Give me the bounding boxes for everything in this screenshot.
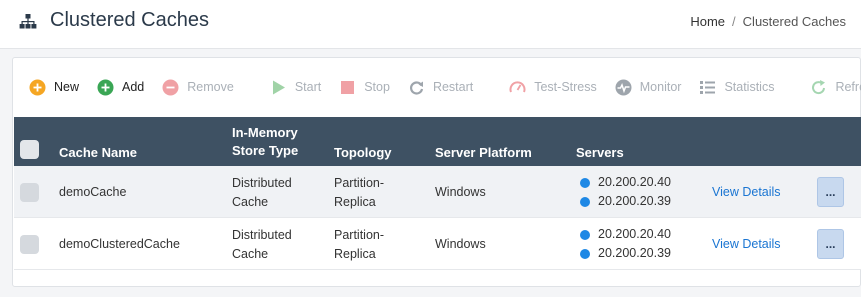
cache-name-cell: demoCache	[59, 185, 127, 199]
restart-button-label: Restart	[432, 80, 474, 94]
stop-icon	[339, 79, 356, 96]
monitor-button-label: Monitor	[639, 80, 682, 94]
add-button-label: Add	[122, 80, 145, 94]
column-store-type-line2: Store Type	[232, 143, 299, 158]
platform-cell: Windows	[435, 185, 486, 199]
row-checkbox[interactable]	[20, 235, 39, 254]
gauge-icon	[509, 79, 526, 96]
server-address: 20.200.20.39	[598, 194, 671, 208]
caches-table: Cache Name In-Memory Store Type Topology…	[14, 117, 861, 270]
column-servers[interactable]: Servers	[576, 144, 624, 162]
select-all-checkbox[interactable]	[20, 140, 39, 159]
topology-line2: Replica	[334, 195, 376, 209]
store-type-cell: Distributed Cache	[232, 174, 292, 212]
server-entry: 20.200.20.40	[580, 173, 671, 192]
remove-button[interactable]: Remove	[162, 79, 234, 96]
plus-circle-orange-icon	[29, 79, 46, 96]
view-details-link[interactable]: View Details	[712, 235, 781, 254]
column-server-platform[interactable]: Server Platform	[435, 144, 532, 162]
server-status-dot-icon	[580, 248, 590, 259]
column-store-type[interactable]: In-Memory Store Type	[232, 124, 298, 160]
server-address: 20.200.20.39	[598, 246, 671, 260]
table-row[interactable]: demoClusteredCache Distributed Cache Par…	[14, 218, 861, 270]
plus-circle-green-icon	[97, 79, 114, 96]
restart-icon	[408, 79, 425, 96]
server-entry: 20.200.20.40	[580, 225, 671, 244]
more-actions-button[interactable]: ...	[817, 229, 844, 259]
caches-panel: New Add Remove Start Stop Restart Test-S…	[12, 57, 861, 287]
table-row[interactable]: demoCache Distributed Cache Partition- R…	[14, 166, 861, 218]
server-status-dot-icon	[580, 177, 590, 188]
column-topology[interactable]: Topology	[334, 144, 392, 162]
column-store-type-line1: In-Memory	[232, 125, 298, 140]
server-status-dot-icon	[580, 196, 590, 207]
store-type-line2: Cache	[232, 247, 269, 261]
breadcrumb: Home / Clustered Caches	[690, 14, 846, 29]
store-type-line2: Cache	[232, 195, 269, 209]
row-checkbox[interactable]	[20, 183, 39, 202]
refresh-button-label: Refresh	[835, 80, 861, 94]
pulse-icon	[615, 79, 632, 96]
column-cache-name[interactable]: Cache Name	[59, 144, 137, 162]
server-address: 20.200.20.40	[598, 227, 671, 241]
topology-cell: Partition- Replica	[334, 174, 384, 212]
server-entry: 20.200.20.39	[580, 192, 671, 211]
monitor-button[interactable]: Monitor	[615, 79, 682, 96]
stop-button-label: Stop	[364, 80, 390, 94]
platform-cell: Windows	[435, 237, 486, 251]
store-type-line1: Distributed	[232, 176, 292, 190]
store-type-line1: Distributed	[232, 228, 292, 242]
page-title-text: Clustered Caches	[50, 9, 209, 31]
topology-line1: Partition-	[334, 228, 385, 242]
breadcrumb-separator: /	[732, 14, 736, 29]
sitemap-icon	[18, 11, 38, 31]
servers-cell: 20.200.20.40 20.200.20.39	[580, 225, 671, 263]
remove-button-label: Remove	[187, 80, 234, 94]
topology-line2: Replica	[334, 247, 376, 261]
new-button[interactable]: New	[29, 79, 79, 96]
refresh-button[interactable]: Refresh	[810, 79, 861, 96]
start-button[interactable]: Start	[270, 79, 321, 96]
store-type-cell: Distributed Cache	[232, 226, 292, 264]
list-icon	[699, 79, 716, 96]
page-title: Clustered Caches	[18, 9, 209, 32]
servers-cell: 20.200.20.40 20.200.20.39	[580, 173, 671, 211]
server-address: 20.200.20.40	[598, 175, 671, 189]
breadcrumb-current: Clustered Caches	[742, 14, 846, 29]
add-button[interactable]: Add	[97, 79, 144, 96]
server-status-dot-icon	[580, 229, 590, 240]
topology-line1: Partition-	[334, 176, 385, 190]
restart-button[interactable]: Restart	[408, 79, 473, 96]
table-header: Cache Name In-Memory Store Type Topology…	[14, 117, 861, 166]
more-actions-button[interactable]: ...	[817, 177, 844, 207]
refresh-icon	[810, 79, 827, 96]
toolbar: New Add Remove Start Stop Restart Test-S…	[13, 58, 861, 116]
stop-button[interactable]: Stop	[339, 79, 390, 96]
start-button-label: Start	[294, 80, 322, 94]
view-details-link[interactable]: View Details	[712, 183, 781, 202]
page-header: Clustered Caches Home / Clustered Caches	[0, 0, 861, 49]
play-icon	[270, 79, 287, 96]
statistics-button-label: Statistics	[724, 80, 775, 94]
breadcrumb-home[interactable]: Home	[690, 14, 725, 29]
statistics-button[interactable]: Statistics	[699, 79, 774, 96]
test-stress-button-label: Test-Stress	[534, 80, 597, 94]
test-stress-button[interactable]: Test-Stress	[509, 79, 597, 96]
new-button-label: New	[54, 80, 80, 94]
topology-cell: Partition- Replica	[334, 226, 384, 264]
cache-name-cell: demoClusteredCache	[59, 237, 180, 251]
server-entry: 20.200.20.39	[580, 244, 671, 263]
minus-circle-icon	[162, 79, 179, 96]
